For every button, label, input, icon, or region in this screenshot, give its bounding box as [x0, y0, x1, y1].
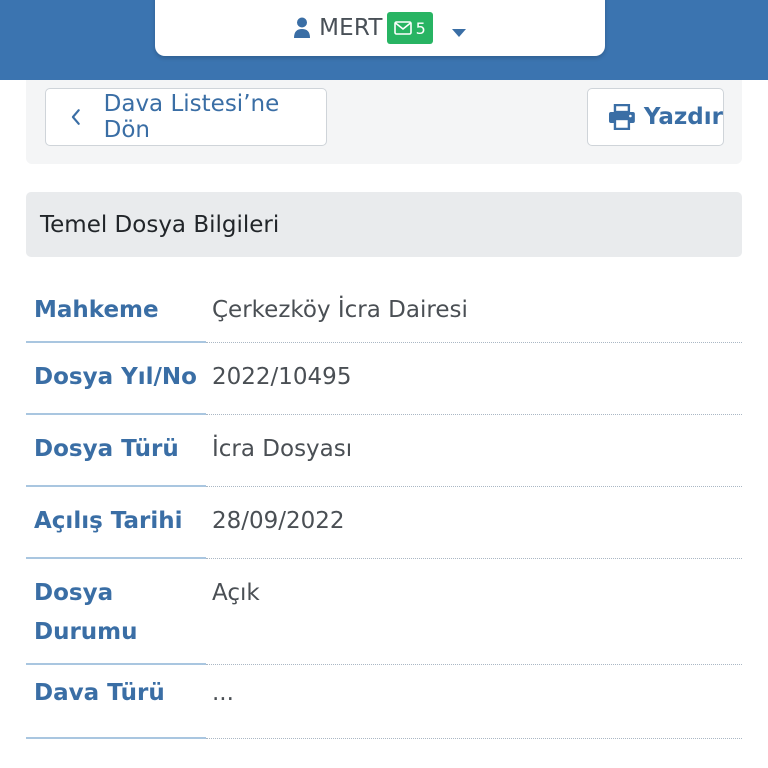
print-button-label: Yazdır: [643, 104, 723, 130]
mail-badge[interactable]: 5: [386, 12, 433, 44]
section-header: Temel Dosya Bilgileri: [26, 192, 742, 257]
back-to-case-list-button[interactable]: Dava Listesi’ne Dön: [45, 88, 327, 146]
info-label: Dosya Yıl/No: [26, 343, 206, 415]
user-icon: [293, 17, 311, 39]
info-label: Dava Türü: [26, 665, 206, 739]
user-name: MERT: [319, 15, 383, 41]
info-value: 28/09/2022: [206, 487, 742, 559]
info-row-file-type: Dosya Türü İcra Dosyası: [26, 415, 742, 487]
section-title: Temel Dosya Bilgileri: [40, 211, 280, 238]
info-label: Mahkeme: [26, 276, 206, 343]
case-info-list: Mahkeme Çerkezköy İcra Dairesi Dosya Yıl…: [26, 276, 742, 739]
info-row-court: Mahkeme Çerkezköy İcra Dairesi: [26, 276, 742, 343]
chevron-left-icon: [71, 109, 80, 125]
mail-count: 5: [415, 18, 426, 38]
envelope-icon: [393, 21, 412, 35]
action-panel: Dava Listesi’ne Dön Yazdır: [26, 80, 742, 164]
info-row-file-status: Dosya Durumu Açık: [26, 559, 742, 665]
info-value: İcra Dosyası: [206, 415, 742, 487]
info-row-case-type: Dava Türü ...: [26, 665, 742, 739]
info-value: 2022/10495: [206, 343, 742, 415]
info-label: Dosya Türü: [26, 415, 206, 487]
info-label: Açılış Tarihi: [26, 487, 206, 559]
info-value: ...: [206, 665, 742, 739]
info-value: Açık: [206, 559, 742, 665]
top-navbar: MERT 5: [0, 0, 768, 80]
info-label: Dosya Durumu: [26, 559, 206, 665]
back-button-label: Dava Listesi’ne Dön: [103, 91, 280, 143]
printer-icon: [608, 104, 635, 130]
print-button[interactable]: Yazdır: [587, 88, 724, 146]
info-row-file-number: Dosya Yıl/No 2022/10495: [26, 343, 742, 415]
info-row-opening-date: Açılış Tarihi 28/09/2022: [26, 487, 742, 559]
info-value: Çerkezköy İcra Dairesi: [206, 276, 742, 343]
caret-down-icon[interactable]: [451, 23, 467, 37]
user-menu[interactable]: MERT 5: [155, 0, 605, 56]
